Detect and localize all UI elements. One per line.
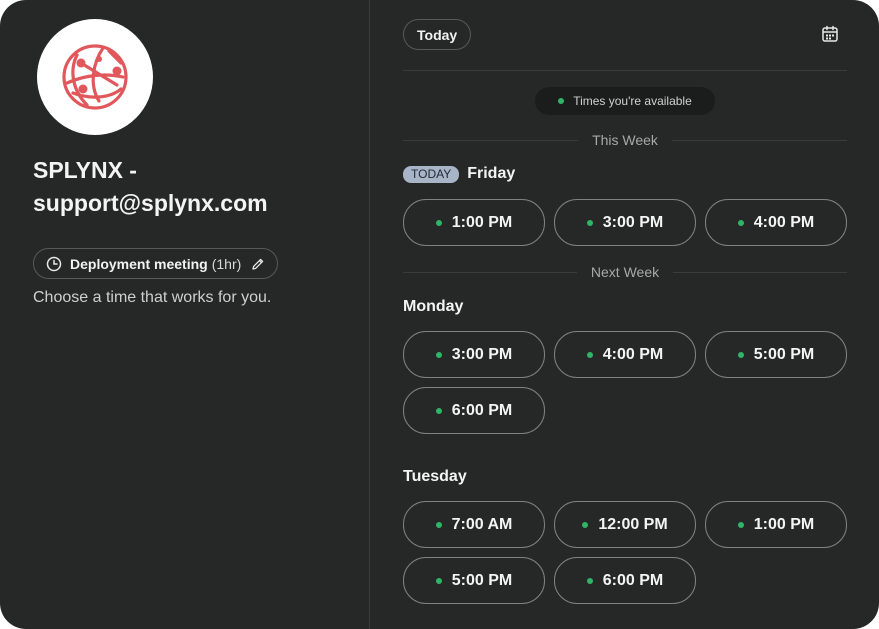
time-slot[interactable]: 12:00 PM [554,501,696,548]
organizer-panel: SPLYNX - support@splynx.com Deployment m… [0,0,370,629]
day-heading-monday: Monday [403,298,463,316]
available-dot-icon [737,351,744,358]
organizer-title: SPLYNX - support@splynx.com [33,157,268,216]
time-slot[interactable]: 3:00 PM [403,331,545,378]
week-separator-this-week: This Week [403,130,847,150]
available-dot-icon [586,577,593,584]
available-dot-icon [558,98,565,104]
available-dot-icon [737,219,744,226]
day-heading-friday: TODAY Friday [403,165,515,183]
time-slot[interactable]: 5:00 PM [403,557,545,604]
day-heading-tuesday: Tuesday [403,468,467,486]
legend-label: Times you're available [573,94,692,108]
day-name: Friday [467,165,516,182]
time-slot[interactable]: 4:00 PM [705,199,847,246]
availability-legend: Times you're available [535,87,715,115]
schedule-panel: Today Times you're available This Week T… [371,0,879,629]
header-divider [403,70,847,71]
meeting-type-pill[interactable]: Deployment meeting (1hr) [33,248,279,279]
day-name: Monday [403,298,464,315]
time-slot[interactable]: 1:00 PM [705,501,847,548]
week-label: Next Week [590,264,660,280]
meeting-name: Deployment meeting [70,255,208,272]
splynx-logo-icon [62,44,128,110]
today-button[interactable]: Today [403,19,472,50]
today-badge: TODAY [403,165,460,183]
time-slot[interactable]: 7:00 AM [403,501,545,548]
available-dot-icon [586,219,593,226]
time-slot[interactable]: 1:00 PM [403,199,545,246]
time-slot[interactable]: 3:00 PM [554,199,696,246]
available-dot-icon [737,521,744,528]
available-dot-icon [582,521,589,528]
organizer-avatar [37,19,153,135]
week-separator-next-week: Next Week [403,262,847,282]
pencil-icon[interactable] [251,257,265,271]
time-slot[interactable]: 6:00 PM [554,557,696,604]
time-slot[interactable]: 4:00 PM [554,331,696,378]
time-slot[interactable]: 6:00 PM [403,387,545,434]
available-dot-icon [435,577,442,584]
available-dot-icon [435,521,442,528]
week-label: This Week [592,132,658,148]
available-dot-icon [435,407,442,414]
booking-card: SPLYNX - support@splynx.com Deployment m… [0,0,879,629]
page-subtitle: Choose a time that works for you. [33,289,272,306]
time-slot[interactable]: 5:00 PM [705,331,847,378]
available-dot-icon [586,351,593,358]
clock-icon [46,256,62,272]
available-dot-icon [435,219,442,226]
day-name: Tuesday [403,468,467,485]
meeting-duration: (1hr) [211,255,242,272]
available-dot-icon [435,351,442,358]
calendar-icon[interactable] [819,23,841,45]
